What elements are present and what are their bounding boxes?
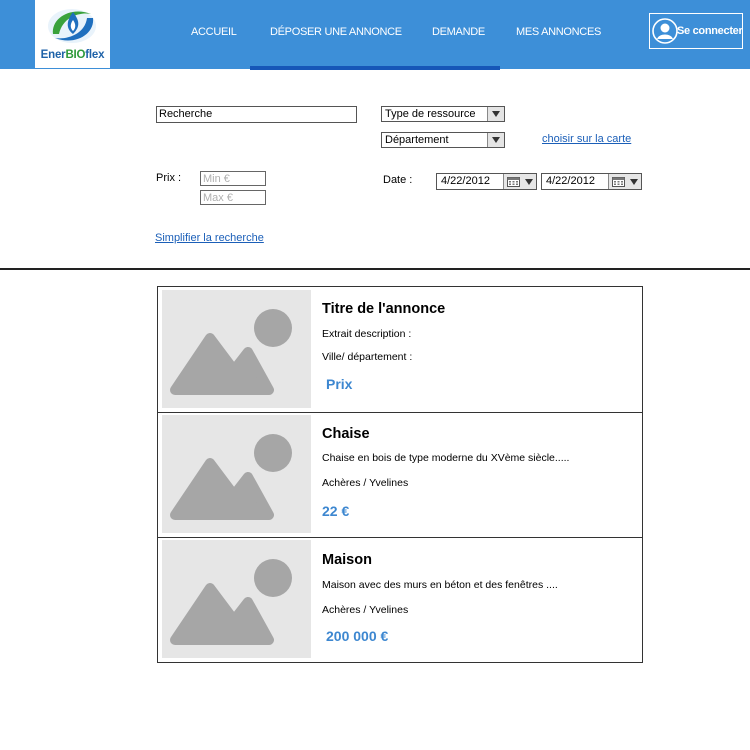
- listing-location: Achères / Yvelines: [322, 604, 409, 616]
- listing-description: Chaise en bois de type moderne du XVème …: [322, 452, 570, 464]
- listing-location: Ville/ département :: [322, 351, 413, 363]
- simplify-search-link[interactable]: Simplifier la recherche: [155, 232, 264, 244]
- search-input[interactable]: Recherche: [156, 106, 357, 123]
- date-from-field[interactable]: 4/22/2012: [436, 173, 537, 190]
- department-value: Département: [385, 134, 449, 146]
- listing-image: [162, 415, 311, 533]
- date-to-calendar-button[interactable]: [608, 174, 641, 189]
- date-label: Date :: [383, 174, 413, 186]
- top-header: EnerBIOflex ACCUEIL DÉPOSER UNE ANNONCE …: [0, 0, 750, 70]
- enerbioflex-logo[interactable]: EnerBIOflex: [35, 0, 110, 68]
- listings-list: Titre de l'annonce Extrait description :…: [157, 286, 643, 663]
- logo-icon: [48, 9, 96, 43]
- price-max-field[interactable]: Max €: [200, 190, 266, 205]
- image-placeholder-icon: [170, 559, 292, 645]
- nav-accueil[interactable]: ACCUEIL: [191, 26, 237, 38]
- section-divider: [0, 268, 750, 270]
- date-from-value: 4/22/2012: [441, 175, 490, 187]
- listing-card[interactable]: Maison Maison avec des murs en béton et …: [158, 537, 642, 662]
- nav-demande[interactable]: DEMANDE: [432, 26, 485, 38]
- chevron-down-icon: [525, 179, 533, 185]
- user-icon: [652, 18, 678, 44]
- login-label: Se connecter: [677, 25, 743, 37]
- nav-deposer-annonce[interactable]: DÉPOSER UNE ANNONCE: [270, 26, 402, 38]
- image-placeholder-icon: [170, 309, 292, 395]
- active-nav-indicator: [250, 66, 500, 70]
- listing-card[interactable]: Titre de l'annonce Extrait description :…: [158, 287, 642, 413]
- calendar-icon: [612, 177, 625, 187]
- listing-description: Maison avec des murs en béton et des fen…: [322, 579, 558, 591]
- resource-type-select[interactable]: Type de ressource: [381, 106, 505, 122]
- chevron-down-icon: [487, 133, 504, 147]
- listing-title[interactable]: Maison: [322, 552, 372, 568]
- listing-image: [162, 540, 311, 658]
- price-min-field[interactable]: Min €: [200, 171, 266, 186]
- listing-location: Achères / Yvelines: [322, 477, 409, 489]
- listing-card[interactable]: Chaise Chaise en bois de type moderne du…: [158, 412, 642, 538]
- image-placeholder-icon: [170, 434, 292, 520]
- nav-mes-annonces[interactable]: MES ANNONCES: [516, 26, 601, 38]
- login-button[interactable]: Se connecter: [649, 13, 743, 49]
- price-label: Prix :: [156, 172, 182, 184]
- date-to-field[interactable]: 4/22/2012: [541, 173, 642, 190]
- listing-description: Extrait description :: [322, 328, 412, 340]
- date-to-value: 4/22/2012: [546, 175, 595, 187]
- chevron-down-icon: [630, 179, 638, 185]
- listing-price: Prix: [326, 376, 353, 392]
- calendar-icon: [507, 177, 520, 187]
- department-select[interactable]: Département: [381, 132, 505, 148]
- listing-price: 22 €: [322, 503, 350, 519]
- resource-type-value: Type de ressource: [385, 108, 476, 120]
- map-choose-link[interactable]: choisir sur la carte: [542, 133, 631, 145]
- logo-text: EnerBIOflex: [40, 49, 105, 61]
- listing-image: [162, 290, 311, 408]
- listing-title[interactable]: Titre de l'annonce: [322, 301, 445, 317]
- listing-title[interactable]: Chaise: [322, 426, 370, 442]
- date-from-calendar-button[interactable]: [503, 174, 536, 189]
- listing-price: 200 000 €: [326, 628, 389, 644]
- chevron-down-icon: [487, 107, 504, 121]
